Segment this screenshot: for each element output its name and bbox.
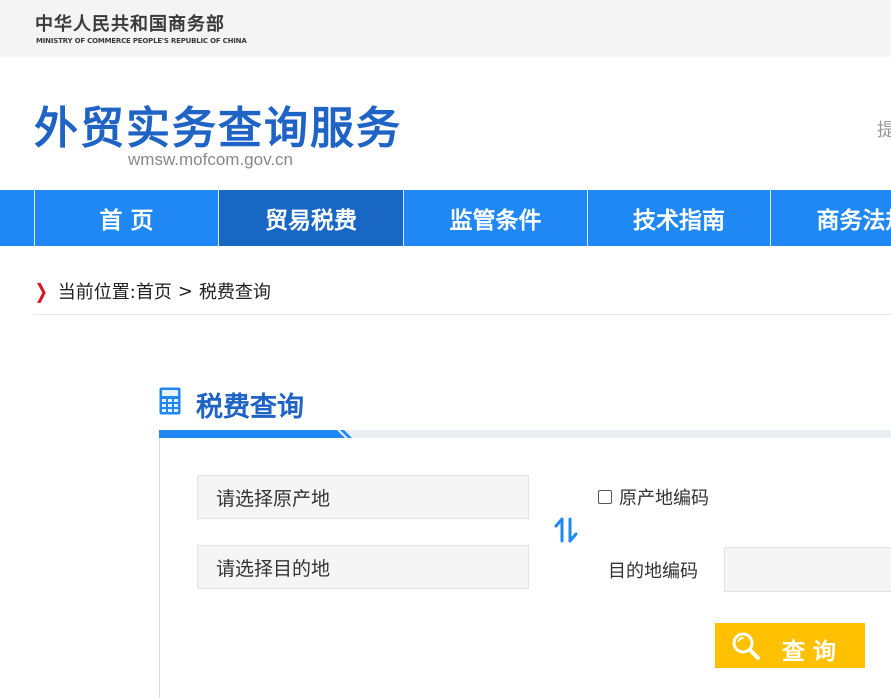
breadcrumb-prefix: 当前位置:: [57, 282, 136, 303]
ministry-name-cn[interactable]: 中华人民共和国商务部: [35, 10, 225, 36]
nav-item-home[interactable]: 首 页: [34, 190, 218, 246]
divider: [33, 314, 891, 315]
swap-arrows-icon[interactable]: [553, 514, 579, 546]
chevron-right-icon: ❯: [34, 279, 49, 303]
breadcrumb-home[interactable]: 首页: [136, 278, 172, 304]
nav-item-trade-tax[interactable]: 贸易税费: [218, 190, 403, 246]
site-url: wmsw.mofcom.gov.cn: [128, 150, 294, 169]
breadcrumb-separator: >: [177, 280, 193, 302]
origin-select[interactable]: 请选择原产地: [197, 475, 529, 519]
ministry-bar: 中华人民共和国商务部 MINISTRY OF COMMERCE PEOPLE'S…: [0, 0, 891, 57]
origin-code-checkbox[interactable]: [598, 490, 612, 504]
magnifier-icon: [732, 632, 760, 660]
origin-code-label: 原产地编码: [619, 488, 709, 509]
nav-item-regulatory[interactable]: 监管条件: [403, 190, 587, 246]
search-button[interactable]: 查询: [715, 623, 865, 668]
search-button-label: 查询: [782, 639, 844, 665]
nav-item-tech-guide[interactable]: 技术指南: [587, 190, 770, 246]
calculator-icon: [159, 387, 181, 415]
section-title-rule: [159, 430, 891, 438]
destination-code-input[interactable]: [724, 547, 891, 592]
breadcrumb-current: 税费查询: [198, 282, 271, 303]
breadcrumb: ❯ 当前位置: 首页 > 税费查询: [33, 278, 271, 304]
nav-item-commerce-law[interactable]: 商务法规: [770, 190, 891, 246]
destination-select[interactable]: 请选择目的地: [197, 545, 529, 589]
destination-code-label: 目的地编码: [608, 561, 698, 582]
site-title[interactable]: 外贸实务查询服务: [34, 92, 402, 156]
section-title: 税费查询: [196, 392, 304, 423]
header-right-text: 提: [877, 120, 891, 141]
origin-code-option: 原产地编码: [598, 484, 709, 510]
main-nav: 首 页 贸易税费 监管条件 技术指南 商务法规: [0, 190, 891, 246]
ministry-name-en[interactable]: MINISTRY OF COMMERCE PEOPLE'S REPUBLIC O…: [36, 37, 247, 45]
